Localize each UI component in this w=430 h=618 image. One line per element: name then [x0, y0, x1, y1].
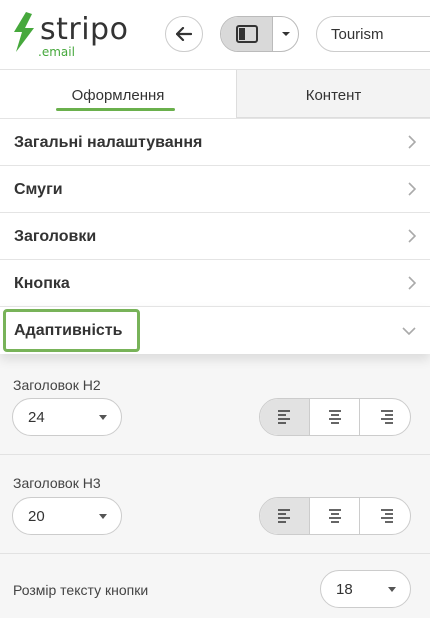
- tab-content-label: Контент: [305, 87, 362, 104]
- align-left-icon: [277, 410, 290, 424]
- back-button[interactable]: [165, 16, 203, 52]
- h3-align-center-button[interactable]: [310, 498, 360, 534]
- section-label: Смуги: [14, 181, 63, 198]
- section-headings[interactable]: Заголовки: [0, 212, 430, 259]
- h2-align-center-button[interactable]: [310, 399, 360, 435]
- h3-align-group: [259, 497, 411, 535]
- align-center-icon: [328, 410, 341, 424]
- chevron-right-icon: [408, 182, 416, 196]
- caret-down-icon: [99, 415, 107, 420]
- h2-size-label: Заголовок H2: [13, 377, 101, 393]
- button-text-size-value: 18: [336, 581, 353, 598]
- caret-down-icon: [99, 514, 107, 519]
- h3-align-right-button[interactable]: [361, 498, 410, 534]
- section-general-settings[interactable]: Загальні налаштування: [0, 118, 430, 165]
- chevron-right-icon: [408, 276, 416, 290]
- arrow-left-icon: [176, 27, 192, 41]
- h2-size-value: 24: [28, 409, 45, 426]
- top-bar: stripo .email Tourism: [0, 0, 430, 70]
- h2-align-right-button[interactable]: [361, 399, 410, 435]
- align-right-icon: [381, 509, 393, 523]
- chevron-right-icon: [408, 229, 416, 243]
- logo-suffix: .email: [38, 45, 75, 59]
- layout-panel-icon: [235, 25, 258, 43]
- tab-design-label: Оформлення: [71, 87, 165, 104]
- chevron-right-icon: [408, 135, 416, 149]
- button-text-size-select[interactable]: 18: [320, 570, 411, 608]
- h2-align-left-button[interactable]: [260, 399, 310, 435]
- h3-size-label: Заголовок H3: [13, 475, 101, 491]
- h2-align-group: [259, 398, 411, 436]
- divider: [0, 454, 430, 455]
- align-center-icon: [328, 509, 341, 523]
- section-label: Адаптивність: [14, 322, 123, 339]
- align-right-icon: [381, 410, 393, 424]
- tab-content[interactable]: Контент: [236, 70, 430, 118]
- section-label: Заголовки: [14, 228, 97, 245]
- stripo-logo-icon: [14, 12, 34, 52]
- layout-toggle[interactable]: [220, 16, 299, 52]
- stripo-logo[interactable]: stripo .email: [10, 8, 140, 60]
- align-left-icon: [277, 509, 290, 523]
- settings-tabs: Оформлення Контент: [0, 70, 430, 118]
- section-stripes[interactable]: Смуги: [0, 165, 430, 212]
- section-adaptive[interactable]: Адаптивність: [0, 306, 430, 354]
- caret-down-icon: [282, 32, 290, 36]
- tab-design[interactable]: Оформлення: [0, 70, 236, 118]
- template-name-input[interactable]: Tourism: [316, 16, 430, 52]
- h3-align-left-button[interactable]: [260, 498, 310, 534]
- caret-down-icon: [388, 587, 396, 592]
- divider: [0, 553, 430, 554]
- active-tab-indicator: [56, 108, 175, 111]
- layout-dropdown-button[interactable]: [273, 17, 298, 51]
- button-text-size-label: Розмір тексту кнопки: [13, 582, 149, 598]
- section-button[interactable]: Кнопка: [0, 259, 430, 306]
- chevron-down-icon: [402, 327, 416, 335]
- h2-size-select[interactable]: 24: [12, 398, 122, 436]
- logo-text: stripo: [40, 12, 129, 47]
- layout-panel-button[interactable]: [221, 17, 273, 51]
- h3-size-select[interactable]: 20: [12, 497, 122, 535]
- section-label: Загальні налаштування: [14, 134, 203, 151]
- h3-size-value: 20: [28, 508, 45, 525]
- section-label: Кнопка: [14, 275, 70, 292]
